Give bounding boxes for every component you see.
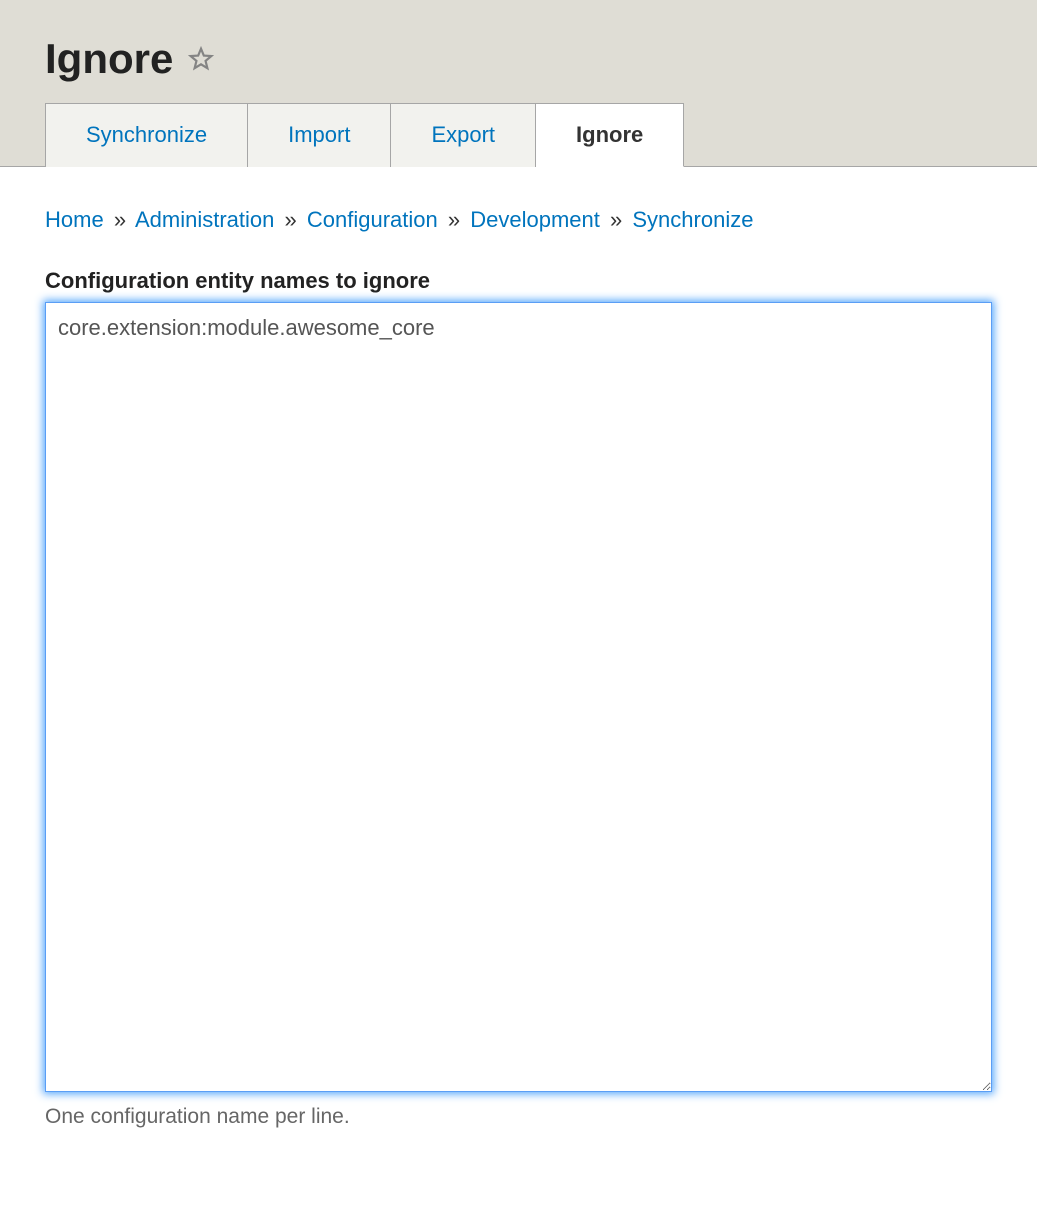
breadcrumb-configuration[interactable]: Configuration <box>307 207 438 232</box>
breadcrumb-sep: » <box>284 207 296 232</box>
tabs: Synchronize Import Export Ignore <box>45 103 1037 166</box>
header-area: Ignore Synchronize Import Export Ignore <box>0 0 1037 167</box>
tab-synchronize[interactable]: Synchronize <box>45 103 248 167</box>
help-text: One configuration name per line. <box>45 1105 992 1129</box>
breadcrumb-development[interactable]: Development <box>470 207 600 232</box>
page-title-wrap: Ignore <box>0 0 1037 103</box>
breadcrumb-home[interactable]: Home <box>45 207 104 232</box>
breadcrumb-sep: » <box>448 207 460 232</box>
page-title: Ignore <box>45 35 173 83</box>
breadcrumb-synchronize[interactable]: Synchronize <box>632 207 753 232</box>
tab-import[interactable]: Import <box>248 103 391 167</box>
star-icon[interactable] <box>188 46 214 72</box>
breadcrumb-sep: » <box>610 207 622 232</box>
content: Home » Administration » Configuration » … <box>0 167 1037 1159</box>
field-label: Configuration entity names to ignore <box>45 268 992 294</box>
tab-ignore[interactable]: Ignore <box>536 103 684 167</box>
tab-export[interactable]: Export <box>391 103 536 167</box>
textarea-wrap <box>45 302 992 1097</box>
breadcrumb-sep: » <box>114 207 126 232</box>
breadcrumb-administration[interactable]: Administration <box>135 207 274 232</box>
config-ignore-textarea[interactable] <box>45 302 992 1092</box>
breadcrumb: Home » Administration » Configuration » … <box>45 207 992 233</box>
